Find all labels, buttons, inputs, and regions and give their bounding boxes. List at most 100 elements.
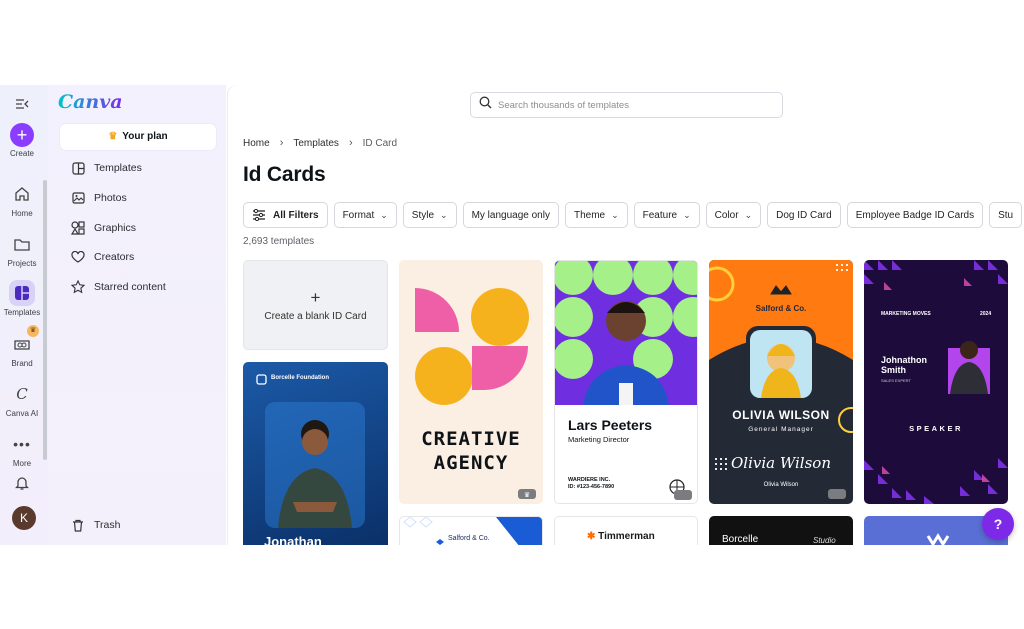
template-card[interactable]: ✱ Timmerman (554, 516, 698, 545)
breadcrumb-home[interactable]: Home (243, 138, 270, 149)
filter-employee-badge[interactable]: Employee Badge ID Cards (846, 202, 984, 228)
filter-student[interactable]: Stu (989, 202, 1023, 228)
template-company-name: Timmerman (598, 531, 655, 542)
page-title: Id Cards (243, 163, 326, 186)
template-name: Lars Peeters (568, 417, 653, 433)
template-card[interactable]: Salford & Co. (399, 516, 543, 545)
sidebar-item-trash[interactable]: Trash (70, 515, 120, 535)
avatar[interactable]: K (12, 506, 36, 530)
template-year: 2024 (980, 311, 992, 317)
chip-label: Format (342, 209, 375, 221)
bell-icon (9, 470, 35, 496)
rail-projects[interactable]: Projects (0, 231, 44, 268)
plus-icon: + (10, 123, 34, 147)
template-printed-name: Olivia Wilson (763, 482, 799, 488)
chevron-right-icon: › (348, 137, 353, 149)
notifications-button[interactable] (0, 470, 44, 498)
template-name-last: Smith (881, 365, 907, 375)
result-count: 2,693 templates (243, 236, 315, 247)
chip-label: Theme (573, 209, 606, 221)
chip-label: Style (411, 209, 435, 221)
rail-canva-ai[interactable]: C Canva AI (0, 381, 44, 418)
asterisk-icon: ✱ (587, 531, 596, 542)
template-header: MARKETING MOVES (881, 311, 931, 317)
template-card[interactable]: Lars Peeters Marketing Director WARDIERE… (554, 260, 698, 504)
template-id: ID: #123-456-7890 (568, 484, 615, 490)
sidebar-item-label: Photos (94, 192, 127, 204)
folder-icon (9, 231, 35, 257)
filter-dog-id-card[interactable]: Dog ID Card (767, 202, 841, 228)
search-icon (479, 96, 492, 114)
all-filters-label: All Filters (273, 209, 319, 221)
chevron-down-icon: ⌄ (380, 209, 388, 220)
sidebar-item-label: Templates (94, 162, 142, 174)
rail-more[interactable]: ••• More (0, 431, 44, 468)
template-title: Marketing Director (568, 435, 630, 444)
all-filters-button[interactable]: All Filters (243, 202, 328, 228)
rail-home[interactable]: Home (0, 181, 44, 218)
plus-icon: + (310, 288, 321, 307)
sidebar-item-photos[interactable]: Photos (70, 188, 127, 208)
chevron-down-icon: ⌄ (683, 209, 691, 220)
chip-label: Feature (642, 209, 678, 221)
sidebar-item-starred[interactable]: Starred content (70, 277, 166, 297)
sidebar-item-label: Graphics (94, 222, 137, 234)
rail-templates[interactable]: Templates (0, 280, 44, 317)
chevron-right-icon: › (279, 137, 284, 149)
template-card[interactable]: MARKETING MOVES 2024 Johnathon Smith SAL… (864, 260, 1008, 504)
filter-bar: All Filters Format ⌄ Style ⌄ My language o… (243, 202, 1024, 228)
template-card[interactable]: Salford & Co. OLIVIA WILSON General Mana… (709, 260, 853, 504)
template-company: WARDIERE INC. (568, 477, 611, 483)
template-studio: Studio (813, 536, 836, 545)
template-line2: AGENCY (433, 452, 509, 474)
create-label: Create (9, 149, 34, 158)
sidebar-panel: Canva ♛ Your plan Templates Photos Graphi… (48, 85, 226, 545)
sidebar-item-templates[interactable]: Templates (70, 158, 142, 178)
breadcrumb-templates[interactable]: Templates (293, 138, 339, 149)
create-blank-card[interactable]: + Create a blank ID Card (243, 260, 388, 350)
filter-feature[interactable]: Feature ⌄ (633, 202, 700, 228)
create-button[interactable]: + Create (0, 123, 44, 158)
more-label: More (12, 459, 32, 468)
template-card[interactable]: ♛ CREATIVE AGENCY (399, 260, 543, 504)
svg-text:♛: ♛ (524, 491, 530, 499)
template-line1: CREATIVE (421, 428, 521, 450)
sidebar-scrollbar[interactable] (43, 180, 47, 460)
filter-color[interactable]: Color ⌄ (705, 202, 762, 228)
filter-theme[interactable]: Theme ⌄ (564, 202, 628, 228)
template-name: OLIVIA WILSON (732, 408, 830, 422)
filter-my-language[interactable]: My language only (462, 202, 559, 228)
filter-style[interactable]: Style ⌄ (402, 202, 457, 228)
chip-label: My language only (471, 209, 550, 221)
canva-ai-icon: C (16, 385, 28, 403)
help-button[interactable]: ? (982, 508, 1014, 540)
sidebar-item-creators[interactable]: Creators (70, 247, 134, 267)
canva-ai-label: Canva AI (5, 409, 39, 418)
filter-format[interactable]: Format ⌄ (333, 202, 397, 228)
chevron-down-icon: ⌄ (611, 209, 619, 220)
template-name: Jonathan (264, 534, 322, 545)
template-card[interactable]: Borcelle Studio (709, 516, 853, 545)
home-icon (9, 181, 35, 207)
templates-icon (70, 161, 86, 175)
canva-logo[interactable]: Canva (58, 91, 123, 113)
templates-label: Templates (3, 308, 41, 317)
templates-icon (9, 280, 35, 306)
collapse-sidebar-button[interactable] (0, 91, 44, 119)
chip-label: Stu (998, 209, 1014, 221)
search-bar[interactable] (470, 92, 783, 118)
template-brand: Borcelle Foundation (271, 375, 330, 381)
rail-brand[interactable]: Brand (0, 331, 44, 368)
template-card[interactable]: Borcelle Foundation Jonathan (243, 362, 388, 545)
template-name-first: Johnathon (881, 355, 927, 365)
your-plan-button[interactable]: ♛ Your plan (60, 124, 216, 150)
template-thumbnail (555, 261, 697, 500)
trash-label: Trash (94, 519, 121, 531)
sidebar-item-label: Starred content (94, 281, 166, 293)
sidebar-item-graphics[interactable]: Graphics (70, 218, 136, 238)
template-badge: SPEAKER (909, 424, 963, 433)
chevron-down-icon: ⌄ (744, 209, 753, 220)
search-input[interactable] (498, 99, 758, 111)
projects-label: Projects (7, 259, 37, 268)
main-content: Home › Templates › ID Card Id Cards All … (228, 85, 1024, 545)
